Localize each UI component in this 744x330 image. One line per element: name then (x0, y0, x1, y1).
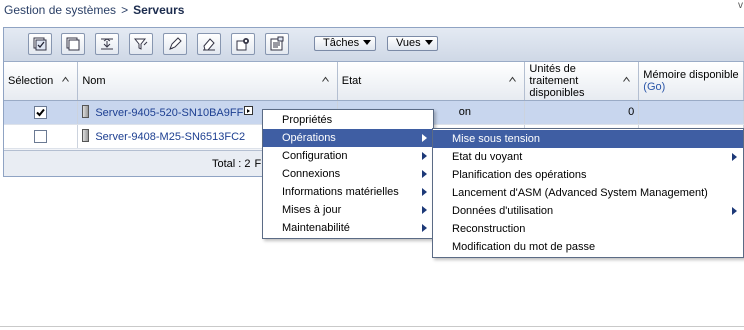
toolbar: Tâches Vues (4, 28, 744, 62)
menu-item-operations[interactable]: Opérations (263, 129, 433, 147)
edit-button[interactable] (163, 33, 187, 55)
units-cell: 0 (524, 100, 640, 125)
views-label: Vues (396, 37, 421, 49)
chevron-down-icon (424, 40, 433, 45)
views-dropdown[interactable]: Vues (387, 36, 438, 51)
total-count: Total : 2F (212, 158, 262, 170)
edit-icon (169, 37, 182, 50)
col-header-name[interactable]: Nom (77, 62, 338, 101)
server-link[interactable]: Server-9405-520-SN10BA9FF (95, 107, 243, 119)
server-icon (82, 105, 90, 118)
configure-button[interactable] (231, 33, 255, 55)
menu-item-rebuild[interactable]: Reconstruction (433, 220, 743, 238)
submenu-arrow-icon (422, 224, 427, 232)
breadcrumb-parent-link[interactable]: Gestion de systèmes (4, 3, 116, 17)
menu-item-properties[interactable]: Propriétés (263, 111, 433, 129)
tasks-label: Tâches (323, 37, 360, 49)
filter-icon (133, 38, 148, 50)
server-link[interactable]: Server-9408-M25-SN6513FC2 (95, 131, 245, 143)
submenu-arrow-icon (422, 134, 427, 142)
menu-item-serviceability[interactable]: Maintenabilité (263, 219, 433, 237)
submenu-arrow-icon (732, 207, 737, 215)
menu-item-power-on[interactable]: Mise sous tension (433, 130, 743, 148)
tasks-dropdown[interactable]: Tâches (314, 36, 377, 51)
menu-item-change-password[interactable]: Modification du mot de passe (433, 238, 743, 256)
sort-icon (321, 76, 329, 82)
col-header-units[interactable]: Unités de traitement disponibles (524, 62, 640, 101)
col-header-selection[interactable]: Sélection (4, 62, 79, 101)
row-checkbox[interactable] (34, 105, 48, 119)
deselect-all-icon (66, 37, 80, 51)
corner-mark: v (738, 0, 743, 11)
row-checkbox[interactable] (34, 129, 48, 143)
submenu-arrow-icon (422, 170, 427, 178)
submenu-arrow-icon (422, 152, 427, 160)
menu-item-schedule-operations[interactable]: Planification des opérations (433, 166, 743, 184)
expand-button[interactable] (95, 33, 119, 55)
server-context-menu: Propriétés Opérations Configuration Conn… (262, 109, 434, 239)
divider (0, 326, 744, 327)
memory-cell (638, 100, 744, 125)
expand-icon (101, 38, 113, 50)
context-menu-button[interactable] (244, 106, 254, 115)
server-icon (82, 129, 90, 142)
clear-filter-button[interactable] (197, 33, 221, 55)
col-header-state[interactable]: Etat (337, 62, 526, 101)
menu-item-configuration[interactable]: Configuration (263, 147, 433, 165)
col-header-memory[interactable]: Mémoire disponible (Go) (638, 62, 744, 101)
menu-item-connections[interactable]: Connexions (263, 165, 433, 183)
filter-button[interactable] (129, 33, 153, 55)
menu-item-hardware-info[interactable]: Informations matérielles (263, 183, 433, 201)
configure-icon (236, 38, 249, 51)
properties-button[interactable] (265, 33, 289, 55)
sort-icon (62, 76, 70, 82)
operations-submenu: Mise sous tension Etat du voyant Planifi… (432, 128, 744, 258)
check-icon (36, 108, 45, 116)
properties-icon (270, 36, 284, 51)
chevron-down-icon (363, 40, 372, 45)
menu-item-led-status[interactable]: Etat du voyant (433, 148, 743, 166)
deselect-all-button[interactable] (61, 33, 85, 55)
select-all-icon (33, 37, 47, 51)
menu-item-updates[interactable]: Mises à jour (263, 201, 433, 219)
breadcrumb-current: Serveurs (133, 3, 185, 17)
menu-item-utilization-data[interactable]: Données d'utilisation (433, 202, 743, 220)
submenu-arrow-icon (422, 188, 427, 196)
menu-item-launch-asm[interactable]: Lancement d'ASM (Advanced System Managem… (433, 184, 743, 202)
sort-icon (623, 76, 631, 82)
select-all-button[interactable] (28, 33, 52, 55)
submenu-arrow-icon (732, 153, 737, 161)
submenu-arrow-icon (422, 206, 427, 214)
table-header-row: Sélection Nom Etat Unités de traitement … (4, 62, 744, 101)
breadcrumb: Gestion de systèmes > Serveurs (4, 3, 184, 17)
sort-icon (509, 76, 517, 82)
clear-filter-icon (203, 38, 215, 51)
breadcrumb-separator: > (121, 3, 129, 17)
